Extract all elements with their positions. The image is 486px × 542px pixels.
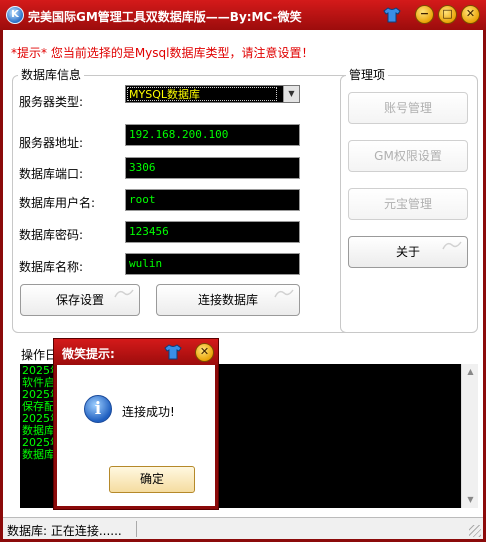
about-label: 关于 (395, 245, 420, 259)
chevron-down-icon[interactable]: ▼ (283, 86, 299, 102)
db-name-label: 数据库名称: (19, 260, 84, 274)
port-input[interactable]: 3306 (125, 157, 300, 179)
dialog-title: 微笑提示: (62, 347, 115, 361)
server-address-input[interactable]: 192.168.200.100 (125, 124, 300, 146)
status-text: 数据库: 正在连接...... (7, 524, 122, 538)
log-scrollbar[interactable]: ▲ ▼ (461, 364, 478, 508)
skin-shirt-icon[interactable] (383, 7, 401, 23)
ok-button[interactable]: 确定 (109, 466, 195, 493)
skin-shirt-icon[interactable] (164, 344, 182, 360)
log-line: 数据库 (22, 448, 55, 461)
user-input[interactable]: root (125, 189, 300, 211)
scroll-up-icon[interactable]: ▲ (464, 366, 477, 378)
connect-db-button[interactable]: 连接数据库 (156, 284, 300, 316)
status-bar: 数据库: 正在连接...... (3, 517, 483, 539)
app-icon: K (6, 6, 24, 24)
manage-legend: 管理项 (346, 66, 389, 83)
warning-tip: *提示* 您当前选择的是Mysql数据库类型，请注意设置！ (11, 46, 314, 60)
status-separator (136, 521, 137, 537)
window-title: 完美国际GM管理工具双数据库版——By:MC-微笑 (28, 10, 302, 24)
save-settings-label: 保存设置 (55, 293, 104, 307)
server-address-label: 服务器地址: (19, 136, 84, 150)
dialog-message: 连接成功! (122, 405, 175, 419)
maximize-button[interactable]: □ (438, 5, 457, 24)
db-info-legend: 数据库信息 (18, 66, 85, 83)
save-settings-button[interactable]: 保存设置 (20, 284, 140, 316)
scroll-down-icon[interactable]: ▼ (464, 494, 477, 506)
server-type-select[interactable]: MYSQL数据库 ▼ (125, 85, 300, 103)
password-label: 数据库密码: (19, 228, 84, 242)
port-label: 数据库端口: (19, 167, 84, 181)
dialog-body: i 连接成功! 确定 (57, 365, 215, 506)
server-type-label: 服务器类型: (19, 95, 84, 109)
about-button[interactable]: 关于 (348, 236, 468, 268)
main-window: K 完美国际GM管理工具双数据库版——By:MC-微笑 − □ ✕ *提示* 您… (0, 0, 486, 542)
connect-db-label: 连接数据库 (197, 293, 258, 307)
dialog-close-button[interactable]: ✕ (195, 343, 214, 362)
user-label: 数据库用户名: (19, 196, 96, 210)
server-type-value: MYSQL数据库 (127, 87, 277, 101)
swirl-decoration-icon (274, 289, 294, 298)
close-button[interactable]: ✕ (461, 5, 480, 24)
swirl-decoration-icon (114, 289, 134, 298)
minimize-button[interactable]: − (415, 5, 434, 24)
dialog-title-bar[interactable]: 微笑提示: ✕ (54, 339, 218, 365)
password-input[interactable]: 123456 (125, 221, 300, 243)
swirl-decoration-icon (442, 241, 462, 250)
title-bar[interactable]: K 完美国际GM管理工具双数据库版——By:MC-微笑 − □ ✕ (0, 0, 486, 30)
gm-permission-button[interactable]: GM权限设置 (348, 140, 468, 172)
account-management-button[interactable]: 账号管理 (348, 92, 468, 124)
resize-grip-icon[interactable] (469, 525, 481, 537)
info-icon: i (84, 395, 112, 423)
db-name-input[interactable]: wulin (125, 253, 300, 275)
yuanbao-management-button[interactable]: 元宝管理 (348, 188, 468, 220)
success-dialog: 微笑提示: ✕ i 连接成功! 确定 (53, 338, 219, 510)
